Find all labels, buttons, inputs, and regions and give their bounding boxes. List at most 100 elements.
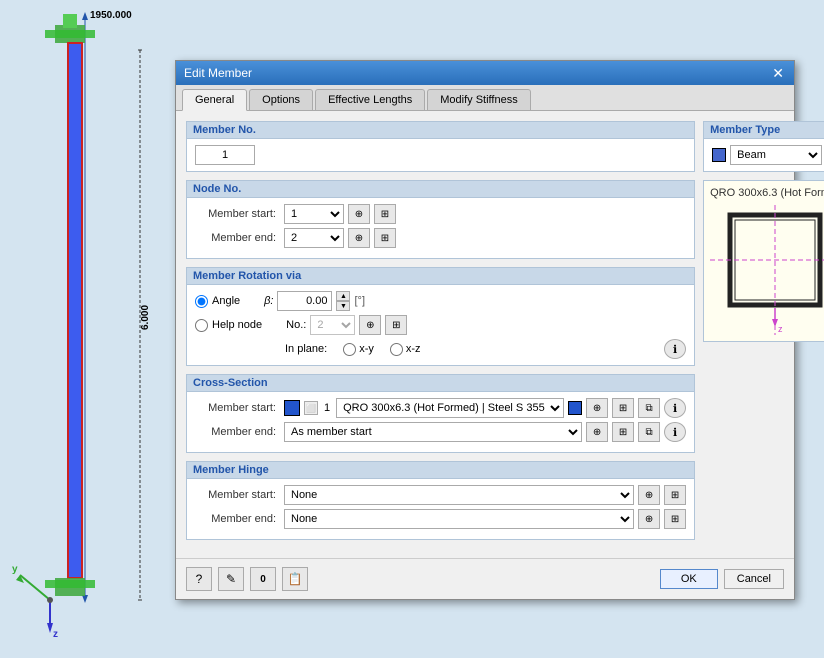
cs-end-color	[568, 401, 582, 415]
cancel-button[interactable]: Cancel	[724, 569, 784, 589]
svg-text:z: z	[778, 324, 783, 334]
hinge-end-select[interactable]: None	[284, 509, 634, 529]
dialog-title: Edit Member	[184, 66, 252, 80]
member-hinge-section: Member Hinge Member start: None ⊕ ⊞ Memb…	[186, 461, 695, 540]
cs-name-select[interactable]: QRO 300x6.3 (Hot Formed) | Steel S 355	[336, 398, 564, 418]
cross-section-header: Cross-Section	[187, 375, 694, 392]
pick-end-node-button[interactable]: ⊕	[348, 228, 370, 248]
xy-radio[interactable]	[343, 343, 356, 356]
tab-effective-lengths[interactable]: Effective Lengths	[315, 89, 425, 110]
cs-end-info-button[interactable]: ℹ	[664, 422, 686, 442]
cross-section-body: Member start: ⬜ 1 QRO 300x6.3 (Hot Forme…	[187, 392, 694, 452]
member-type-body: Beam Column Truss Tension Compression ✎	[704, 139, 824, 171]
helpnode-radio-label: Help node	[212, 319, 262, 331]
xz-label: x-z	[406, 343, 421, 355]
help-button[interactable]: ?	[186, 567, 212, 591]
member-rotation-section: Member Rotation via Angle β: ▲ ▼	[186, 267, 695, 366]
zero-button[interactable]: 0	[250, 567, 276, 591]
tab-modify-stiffness[interactable]: Modify Stiffness	[427, 89, 530, 110]
member-type-color	[712, 148, 726, 162]
angle-radio[interactable]	[195, 295, 208, 308]
helpnode-select[interactable]: 2	[310, 315, 355, 335]
member-type-select[interactable]: Beam Column Truss Tension Compression	[730, 145, 822, 165]
inplane-row: In plane: x-y x-z ℹ	[285, 339, 686, 359]
pick-start-node-button[interactable]: ⊕	[348, 204, 370, 224]
member-type-section: Member Type Beam Column Truss Tension Co…	[703, 121, 824, 172]
tab-bar: General Options Effective Lengths Modify…	[176, 85, 794, 111]
dialog-titlebar: Edit Member ✕	[176, 61, 794, 85]
cs-info-button[interactable]: ℹ	[664, 398, 686, 418]
angle-unit: [°]	[354, 295, 365, 307]
cs-end-copy-button[interactable]: ⧉	[638, 422, 660, 442]
member-hinge-body: Member start: None ⊕ ⊞ Member end: None …	[187, 479, 694, 539]
hinge-start-label: Member start:	[195, 489, 280, 501]
hinge-start-select[interactable]: None	[284, 485, 634, 505]
member-start-select[interactable]: 1 2	[284, 204, 344, 224]
angle-spinner: ▲ ▼	[336, 291, 350, 311]
member-rotation-header: Member Rotation via	[187, 268, 694, 285]
cs-copy-button[interactable]: ⧉	[638, 398, 660, 418]
svg-text:z: z	[53, 629, 58, 640]
member-end-label: Member end:	[195, 232, 280, 244]
cs-number: 1	[324, 402, 330, 414]
no-label: No.:	[286, 319, 306, 331]
cs-end-pick-button[interactable]: ⊕	[586, 422, 608, 442]
cs-new-button[interactable]: ⊞	[612, 398, 634, 418]
add-helpnode-button[interactable]: ⊞	[385, 315, 407, 335]
cross-section-section: Cross-Section Member start: ⬜ 1 QRO 300x…	[186, 374, 695, 453]
angle-input[interactable]	[277, 291, 332, 311]
member-start-row: Member start: 1 2 ⊕ ⊞	[195, 204, 686, 224]
edit-table-button[interactable]: ✎	[218, 567, 244, 591]
hinge-start-pick-button[interactable]: ⊕	[638, 485, 660, 505]
cs-end-select[interactable]: As member start	[284, 422, 582, 442]
ok-button[interactable]: OK	[660, 569, 718, 589]
add-end-node-button[interactable]: ⊞	[374, 228, 396, 248]
svg-text:y: y	[12, 564, 18, 575]
member-end-select[interactable]: 2 1	[284, 228, 344, 248]
hinge-start-row: Member start: None ⊕ ⊞	[195, 485, 686, 505]
hinge-end-pick-button[interactable]: ⊕	[638, 509, 660, 529]
dialog-body: Member No. Node No. Member start: 1 2 ⊕	[176, 111, 794, 558]
left-panel: Member No. Node No. Member start: 1 2 ⊕	[186, 121, 695, 548]
add-start-node-button[interactable]: ⊞	[374, 204, 396, 224]
node-no-section: Node No. Member start: 1 2 ⊕ ⊞ Member en…	[186, 180, 695, 259]
member-no-section: Member No.	[186, 121, 695, 172]
cs-preview-svg: y z	[710, 205, 824, 335]
cs-pick-button[interactable]: ⊕	[586, 398, 608, 418]
xy-label: x-y	[359, 343, 374, 355]
helpnode-radio-row: Help node No.: 2 ⊕ ⊞	[195, 315, 686, 335]
angle-input-row: β: ▲ ▼ [°]	[264, 291, 365, 311]
member-start-label: Member start:	[195, 208, 280, 220]
member-no-body	[187, 139, 694, 171]
tab-general[interactable]: General	[182, 89, 247, 111]
cs-end-new-button[interactable]: ⊞	[612, 422, 634, 442]
xz-radio[interactable]	[390, 343, 403, 356]
angle-radio-label: Angle	[212, 295, 240, 307]
hinge-end-new-button[interactable]: ⊞	[664, 509, 686, 529]
angle-spin-down[interactable]: ▼	[336, 301, 350, 311]
angle-spin-up[interactable]: ▲	[336, 291, 350, 301]
tab-options[interactable]: Options	[249, 89, 313, 110]
hinge-start-new-button[interactable]: ⊞	[664, 485, 686, 505]
cs-end-row: Member end: As member start ⊕ ⊞ ⧉ ℹ	[195, 422, 686, 442]
rotation-info-button[interactable]: ℹ	[664, 339, 686, 359]
member-no-input[interactable]	[195, 145, 255, 165]
helpnode-radio[interactable]	[195, 319, 208, 332]
edit-member-dialog: Edit Member ✕ General Options Effective …	[175, 60, 795, 600]
node-no-header: Node No.	[187, 181, 694, 198]
beta-label: β:	[264, 295, 273, 307]
member-type-header: Member Type	[704, 122, 824, 139]
hinge-end-label: Member end:	[195, 513, 280, 525]
xy-radio-label: x-y	[343, 343, 374, 356]
member-no-header: Member No.	[187, 122, 694, 139]
report-button[interactable]: 📋	[282, 567, 308, 591]
pick-helpnode-button[interactable]: ⊕	[359, 315, 381, 335]
member-hinge-header: Member Hinge	[187, 462, 694, 479]
node-no-body: Member start: 1 2 ⊕ ⊞ Member end: 2 1	[187, 198, 694, 258]
close-button[interactable]: ✕	[770, 66, 786, 80]
cs-shape-icon: ⬜	[304, 401, 318, 415]
cs-preview-title: QRO 300x6.3 (Hot Formed)	[710, 187, 824, 199]
cs-color-indicator	[284, 400, 300, 416]
helpnode-input-row: No.: 2 ⊕ ⊞	[286, 315, 407, 335]
xz-radio-label: x-z	[390, 343, 421, 356]
